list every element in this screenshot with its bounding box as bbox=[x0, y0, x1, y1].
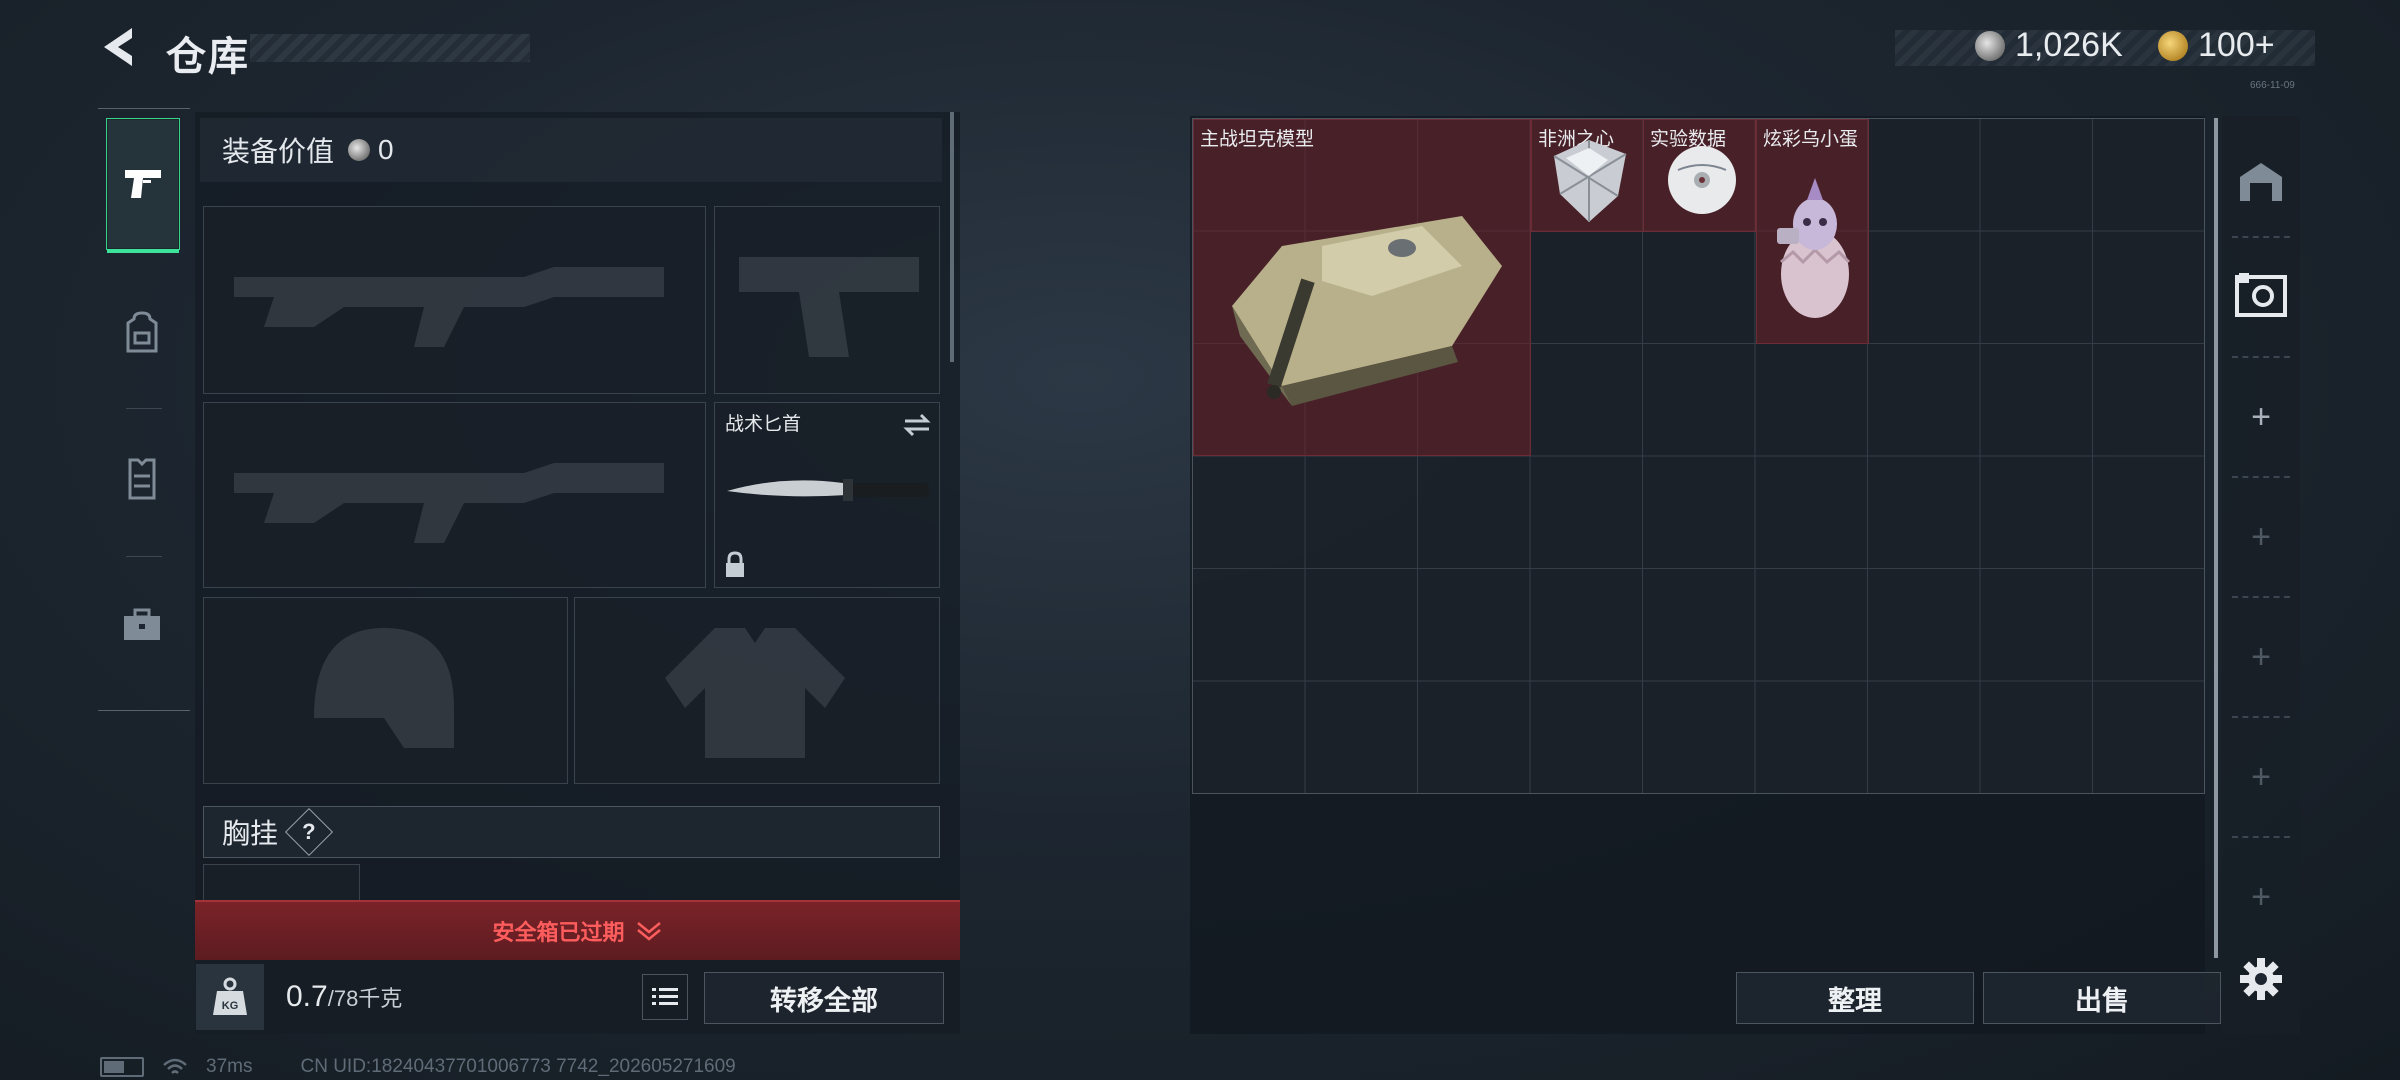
ping-text: 37ms bbox=[206, 1056, 253, 1077]
tab-weapons[interactable] bbox=[106, 118, 180, 253]
weight-icon-box: KG bbox=[196, 964, 264, 1030]
sell-button[interactable]: 出售 bbox=[1983, 972, 2221, 1024]
armor-slot[interactable] bbox=[574, 597, 940, 784]
data-disc-icon bbox=[1668, 146, 1736, 214]
chest-rig-label: 胸挂 bbox=[222, 818, 279, 849]
tab-storage-box[interactable] bbox=[2222, 262, 2300, 328]
add-storage-button[interactable]: + bbox=[2222, 384, 2300, 450]
melee-slot[interactable]: 战术匕首 bbox=[714, 402, 940, 588]
carry-weight-current: 0.7 bbox=[286, 980, 328, 1013]
storage-item-diamond[interactable]: 非洲之心 bbox=[1531, 119, 1644, 232]
safe-box-expired-banner[interactable]: 安全箱已过期 bbox=[195, 900, 960, 960]
egg-figure-icon bbox=[1777, 178, 1851, 318]
helmet-slot[interactable] bbox=[203, 597, 568, 784]
carry-weight: 0.7/78千克 bbox=[286, 980, 402, 1014]
rail-separator bbox=[2232, 356, 2290, 358]
add-storage-button[interactable]: + bbox=[2222, 504, 2300, 570]
wifi-icon bbox=[163, 1058, 187, 1074]
tab-vest[interactable] bbox=[106, 413, 178, 543]
lock-icon bbox=[726, 551, 744, 577]
tab-briefcase[interactable] bbox=[106, 560, 178, 690]
uid-text: CN UID:18240437701006773 7742_2026052716… bbox=[300, 1056, 736, 1077]
gold-coin-icon bbox=[2158, 30, 2188, 61]
tab-backpack[interactable] bbox=[106, 268, 178, 398]
add-storage-button[interactable]: + bbox=[2222, 864, 2300, 930]
rail-separator bbox=[2232, 716, 2290, 718]
equipment-tabs bbox=[98, 108, 190, 712]
item-name: 炫彩乌小蛋 bbox=[1763, 129, 1859, 150]
storage-item-tank[interactable]: 主战坦克模型 bbox=[1193, 119, 1531, 456]
tactical-knife-icon bbox=[727, 479, 929, 501]
silver-coin-icon bbox=[1975, 30, 2005, 61]
sort-button[interactable]: 整理 bbox=[1736, 972, 1974, 1024]
rail-separator bbox=[2232, 476, 2290, 478]
back-arrow-icon bbox=[104, 28, 132, 66]
tab-separator bbox=[126, 556, 162, 557]
safe-box-status: 安全箱已过期 bbox=[492, 920, 625, 945]
helmet-silhouette-icon bbox=[314, 628, 454, 748]
back-button[interactable] bbox=[96, 22, 146, 72]
silver-coin-icon bbox=[348, 139, 371, 161]
title-decoration bbox=[250, 34, 530, 62]
tabs-bottom-line bbox=[98, 710, 190, 711]
settings-button[interactable] bbox=[2222, 946, 2300, 1012]
weight-icon: KG bbox=[213, 977, 247, 1015]
equipment-scrollbar[interactable] bbox=[950, 112, 954, 362]
corner-text: 666-11-09 bbox=[2250, 80, 2295, 91]
chest-rig-row[interactable]: 胸挂 ? bbox=[203, 806, 940, 858]
list-view-button[interactable] bbox=[642, 974, 688, 1020]
gear-icon bbox=[2240, 958, 2282, 1000]
tab-separator bbox=[126, 408, 162, 409]
tabs-top-line bbox=[98, 108, 190, 109]
equipment-value-row: 装备价值 0 bbox=[200, 118, 942, 182]
help-icon[interactable]: ? bbox=[284, 807, 334, 857]
add-storage-button[interactable]: + bbox=[2222, 624, 2300, 690]
primary-weapon-slot-2[interactable] bbox=[203, 402, 706, 588]
pistol-icon bbox=[125, 170, 161, 198]
silver-currency-value: 1,026K bbox=[2015, 26, 2123, 64]
knife-name: 战术匕首 bbox=[725, 414, 802, 435]
pistol-slot[interactable] bbox=[714, 206, 940, 394]
list-icon bbox=[652, 988, 678, 1005]
status-bar: 37ms CN UID:18240437701006773 7742_20260… bbox=[100, 1056, 736, 1078]
armor-silhouette-icon bbox=[665, 628, 845, 758]
carry-weight-max: /78千克 bbox=[327, 986, 403, 1011]
backpack-icon bbox=[126, 311, 158, 353]
item-name: 主战坦克模型 bbox=[1200, 129, 1315, 150]
primary-weapon-slot-1[interactable] bbox=[203, 206, 706, 394]
gold-currency-value: 100+ bbox=[2198, 26, 2275, 64]
rail-separator bbox=[2232, 836, 2290, 838]
warehouse-icon bbox=[2240, 163, 2282, 201]
tab-warehouse[interactable] bbox=[2222, 148, 2300, 214]
transfer-all-button[interactable]: 转移全部 bbox=[704, 972, 944, 1024]
swap-icon[interactable] bbox=[901, 411, 933, 439]
rail-separator bbox=[2232, 596, 2290, 598]
equipment-value-label: 装备价值 bbox=[222, 136, 335, 167]
svg-text:KG: KG bbox=[222, 1000, 239, 1012]
storage-item-egg[interactable]: 炫彩乌小蛋 bbox=[1756, 119, 1869, 344]
rifle-silhouette-icon bbox=[234, 463, 664, 543]
pistol-silhouette-icon bbox=[739, 257, 919, 357]
gold-currency[interactable]: 100+ bbox=[2158, 26, 2275, 65]
rifle-silhouette-icon bbox=[234, 267, 664, 347]
storage-box-icon bbox=[2235, 273, 2287, 317]
chevron-down-icon bbox=[636, 922, 661, 941]
diamond-icon bbox=[1553, 140, 1627, 222]
equipment-value: 0 bbox=[378, 134, 394, 165]
storage-scrollbar[interactable] bbox=[2214, 118, 2218, 958]
rail-separator bbox=[2232, 236, 2290, 238]
battery-icon bbox=[100, 1057, 144, 1077]
silver-currency[interactable]: 1,026K bbox=[1975, 26, 2123, 65]
page-title: 仓库 bbox=[166, 35, 250, 79]
add-storage-button[interactable]: + bbox=[2222, 744, 2300, 810]
vest-icon bbox=[128, 458, 156, 500]
storage-item-data[interactable]: 实验数据 bbox=[1643, 119, 1756, 232]
briefcase-icon bbox=[124, 608, 160, 640]
tank-model-icon bbox=[1232, 216, 1502, 406]
